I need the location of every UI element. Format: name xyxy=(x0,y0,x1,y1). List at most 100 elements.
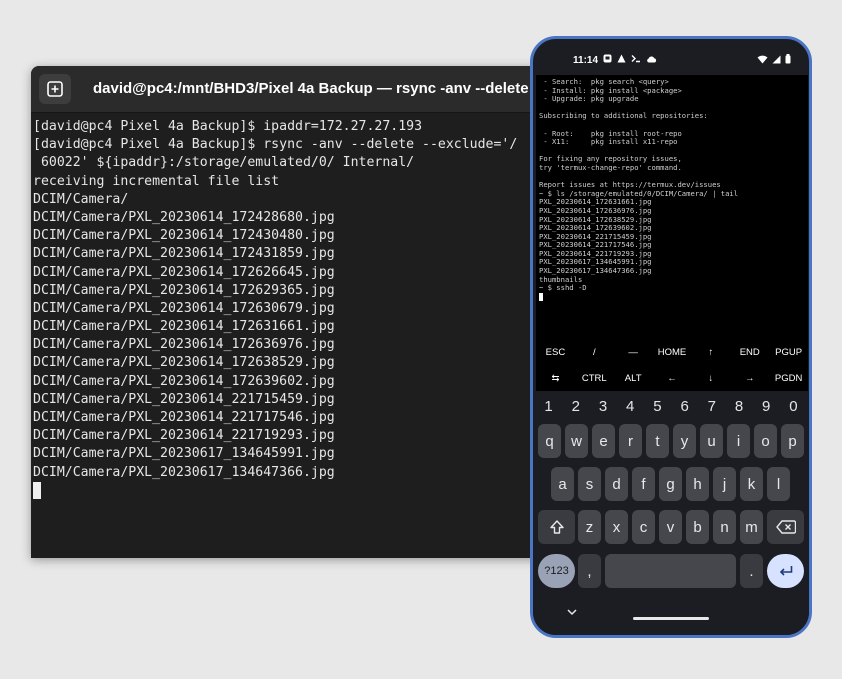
termux-line: Subscribing to additional repositories: xyxy=(539,111,708,121)
key-j[interactable]: j xyxy=(713,467,736,501)
extra-key-end[interactable]: END xyxy=(730,339,769,365)
extra-key-left[interactable]: ← xyxy=(653,365,692,391)
key-c[interactable]: c xyxy=(632,510,655,544)
space-key[interactable] xyxy=(605,554,736,588)
signal-icon xyxy=(772,55,781,63)
key-z[interactable]: z xyxy=(578,510,601,544)
app-notification-icon xyxy=(603,54,612,63)
extra-key-esc[interactable]: ESC xyxy=(536,339,575,365)
key-i[interactable]: i xyxy=(727,424,750,458)
extra-key-ctrl[interactable]: CTRL xyxy=(575,365,614,391)
key-e[interactable]: e xyxy=(592,424,615,458)
new-tab-icon xyxy=(47,81,63,97)
navigation-bar xyxy=(533,599,809,635)
extra-key-dash[interactable]: — xyxy=(614,339,653,365)
key-u[interactable]: u xyxy=(700,424,723,458)
terminal-output[interactable]: [david@pc4 Pixel 4a Backup]$ ipaddr=172.… xyxy=(33,118,591,558)
key-5[interactable]: 5 xyxy=(644,393,671,419)
extra-key-right[interactable]: → xyxy=(730,365,769,391)
terminal-notification-icon xyxy=(631,55,640,63)
extra-key-down[interactable]: ↓ xyxy=(691,365,730,391)
new-tab-button[interactable] xyxy=(39,74,71,104)
backspace-key[interactable] xyxy=(767,510,804,544)
key-y[interactable]: y xyxy=(673,424,696,458)
key-t[interactable]: t xyxy=(646,424,669,458)
key-g[interactable]: g xyxy=(659,467,682,501)
terminal-line: DCIM/Camera/PXL_20230614_172431859.jpg xyxy=(33,246,335,262)
symbols-key[interactable]: ?123 xyxy=(538,554,575,588)
terminal-line: DCIM/Camera/PXL_20230614_221719293.jpg xyxy=(33,428,335,444)
key-p[interactable]: p xyxy=(781,424,804,458)
terminal-line: DCIM/Camera/PXL_20230614_172630679.jpg xyxy=(33,300,335,316)
extra-key-slash[interactable]: / xyxy=(575,339,614,365)
gesture-handle[interactable] xyxy=(633,617,709,620)
terminal-line: DCIM/Camera/ xyxy=(33,191,129,207)
extra-key-pgdn[interactable]: PGDN xyxy=(769,365,808,391)
phone: 11:14 - Search: pkg search <query> - Ins… xyxy=(530,36,812,638)
key-s[interactable]: s xyxy=(578,467,601,501)
key-b[interactable]: b xyxy=(686,510,709,544)
extra-key-up[interactable]: ↑ xyxy=(691,339,730,365)
extra-key-tab[interactable]: ⇆ xyxy=(536,365,575,391)
comma-key[interactable]: , xyxy=(578,554,601,588)
key-w[interactable]: w xyxy=(565,424,588,458)
terminal-line: DCIM/Camera/PXL_20230614_221717546.jpg xyxy=(33,410,335,425)
terminal-line: [david@pc4 Pixel 4a Backup]$ rsync -anv … xyxy=(33,137,518,153)
terminal-title: david@pc4:/mnt/BHD3/Pixel 4a Backup — rs… xyxy=(93,80,543,97)
terminal-window: david@pc4:/mnt/BHD3/Pixel 4a Backup — rs… xyxy=(31,66,591,558)
key-6[interactable]: 6 xyxy=(671,393,698,419)
key-2[interactable]: 2 xyxy=(562,393,589,419)
wifi-icon xyxy=(757,55,768,63)
termux-line: ~ $ sshd -D xyxy=(539,283,587,293)
termux-line: - Upgrade: pkg upgrade xyxy=(539,94,639,104)
terminal-line: DCIM/Camera/PXL_20230614_172639602.jpg xyxy=(33,373,335,389)
terminal-line: 60022' ${ipaddr}:/storage/emulated/0/ In… xyxy=(33,155,415,171)
terminal-line: DCIM/Camera/PXL_20230614_172629365.jpg xyxy=(33,282,335,298)
extra-key-alt[interactable]: ALT xyxy=(614,365,653,391)
key-n[interactable]: n xyxy=(713,510,736,544)
period-key[interactable]: . xyxy=(740,554,763,588)
terminal-line: [david@pc4 Pixel 4a Backup]$ ipaddr=172.… xyxy=(33,119,423,134)
terminal-line: DCIM/Camera/PXL_20230614_172638529.jpg xyxy=(33,355,335,371)
key-1[interactable]: 1 xyxy=(535,393,562,419)
termux-terminal[interactable]: - Search: pkg search <query> - Install: … xyxy=(536,75,808,371)
battery-icon xyxy=(785,54,791,64)
key-0[interactable]: 0 xyxy=(780,393,807,419)
key-k[interactable]: k xyxy=(740,467,763,501)
key-v[interactable]: v xyxy=(659,510,682,544)
key-h[interactable]: h xyxy=(686,467,709,501)
terminal-line: DCIM/Camera/PXL_20230617_134645991.jpg xyxy=(33,446,335,462)
terminal-cursor xyxy=(33,481,41,499)
key-7[interactable]: 7 xyxy=(698,393,725,419)
key-9[interactable]: 9 xyxy=(753,393,780,419)
key-3[interactable]: 3 xyxy=(589,393,616,419)
shift-key[interactable] xyxy=(538,510,575,544)
key-o[interactable]: o xyxy=(754,424,777,458)
key-8[interactable]: 8 xyxy=(725,393,752,419)
key-q[interactable]: q xyxy=(538,424,561,458)
key-a[interactable]: a xyxy=(551,467,574,501)
key-x[interactable]: x xyxy=(605,510,628,544)
terminal-titlebar: david@pc4:/mnt/BHD3/Pixel 4a Backup — rs… xyxy=(31,66,591,113)
termux-line: - X11: pkg install x11-repo xyxy=(539,137,678,147)
key-r[interactable]: r xyxy=(619,424,642,458)
shift-icon xyxy=(549,520,564,534)
key-f[interactable]: f xyxy=(632,467,655,501)
status-bar: 11:14 xyxy=(533,39,809,75)
enter-key[interactable] xyxy=(767,554,804,588)
terminal-line: receiving incremental file list xyxy=(33,173,280,189)
key-l[interactable]: l xyxy=(767,467,790,501)
terminal-line: DCIM/Camera/PXL_20230614_172430480.jpg xyxy=(33,228,335,244)
terminal-line: DCIM/Camera/PXL_20230614_172631661.jpg xyxy=(33,319,335,335)
chevron-down-icon[interactable] xyxy=(567,609,577,616)
status-time: 11:14 xyxy=(573,55,599,66)
soft-keyboard: 1 2 3 4 5 6 7 8 9 0 q w e r t y u i o p … xyxy=(533,391,809,635)
backspace-icon xyxy=(775,520,796,534)
terminal-line: DCIM/Camera/PXL_20230614_172626645.jpg xyxy=(33,264,335,280)
key-d[interactable]: d xyxy=(605,467,628,501)
terminal-line: DCIM/Camera/PXL_20230614_172636976.jpg xyxy=(33,337,335,353)
extra-key-pgup[interactable]: PGUP xyxy=(769,339,808,365)
key-m[interactable]: m xyxy=(740,510,763,544)
key-4[interactable]: 4 xyxy=(617,393,644,419)
extra-key-home[interactable]: HOME xyxy=(653,339,692,365)
